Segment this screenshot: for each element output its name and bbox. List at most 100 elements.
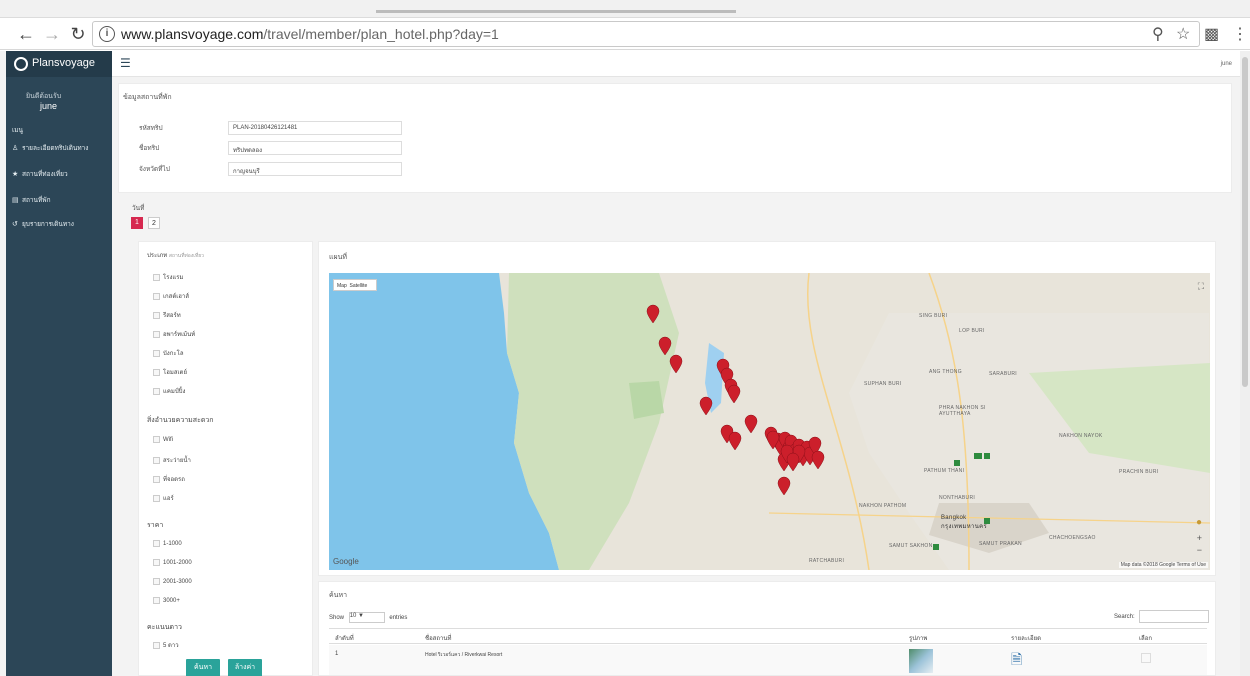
section-title: ข้อมูลสถานที่พัก — [123, 94, 172, 101]
place-label: CHACHOENGSAO — [1049, 535, 1096, 541]
checkbox[interactable] — [153, 368, 160, 376]
scrollbar-thumb[interactable] — [1242, 57, 1248, 387]
facility-option[interactable]: แอร์ — [153, 493, 174, 503]
type-option[interactable]: โรงแรม — [153, 272, 183, 282]
column-header[interactable]: ลำดับที่ — [335, 633, 354, 643]
google-map[interactable]: Map Satellite SING BURI LOP BURI SUPHAN … — [329, 273, 1210, 570]
forward-arrow-icon[interactable]: → — [40, 22, 64, 46]
reset-button[interactable]: ล้างค่า — [228, 659, 262, 676]
fullscreen-icon[interactable]: ⛶ — [1198, 281, 1204, 292]
checkbox[interactable] — [153, 475, 160, 483]
checkbox[interactable] — [153, 559, 160, 566]
checkbox[interactable] — [153, 597, 160, 604]
map-attribution[interactable]: Map data ©2018 Google Terms of Use — [1118, 562, 1208, 568]
trip-id-field[interactable]: PLAN-20180426121481 — [228, 121, 402, 135]
bed-icon: ▤ — [12, 197, 19, 204]
table-row: 1 Hotel ริเวอร์แคว / Riverkwai Resort 🗎 — [329, 645, 1207, 675]
green-map-marker-icon[interactable] — [976, 453, 982, 459]
search-button[interactable]: ค้นหา — [186, 659, 220, 676]
green-map-marker-icon[interactable] — [954, 460, 960, 466]
price-option[interactable]: 2001-3000 — [153, 578, 192, 585]
map-type-satellite[interactable]: Satellite — [350, 283, 368, 289]
site-info-icon[interactable]: i — [99, 26, 115, 42]
hamburger-menu-icon[interactable]: ☰ — [120, 56, 131, 70]
checkbox[interactable] — [153, 330, 160, 338]
checkbox[interactable] — [153, 387, 160, 395]
sidebar-item-trip-details[interactable]: ♙ รายละเอียดทริปเดินทาง — [12, 143, 88, 153]
menu-dots-icon[interactable]: ⋮ — [1232, 24, 1248, 44]
page-size-select[interactable]: 10 ▼ — [348, 612, 385, 623]
place-label: RATCHABURI — [809, 558, 845, 564]
page-scrollbar[interactable] — [1240, 51, 1250, 676]
type-title: ประเภท — [147, 253, 168, 259]
checkbox[interactable] — [153, 349, 160, 357]
zoom-in-icon[interactable]: + — [1197, 533, 1202, 543]
checkbox[interactable] — [153, 494, 160, 502]
brand-bar[interactable]: Plansvoyage — [6, 51, 112, 77]
type-option[interactable]: แคมป์ปิ้ง — [153, 386, 185, 396]
select-checkbox[interactable] — [1141, 653, 1151, 663]
price-option[interactable]: 3000+ — [153, 597, 180, 604]
checkbox[interactable] — [153, 641, 160, 649]
facility-option[interactable]: ที่จอดรถ — [153, 474, 185, 484]
day-button-1[interactable]: 1 — [131, 217, 143, 229]
hotel-thumbnail[interactable] — [909, 649, 933, 673]
price-option[interactable]: 1-1000 — [153, 540, 182, 547]
green-map-marker-icon[interactable] — [984, 453, 990, 459]
top-user-menu[interactable]: june — [1221, 61, 1232, 67]
type-option[interactable]: เกสต์เฮาส์ — [153, 291, 189, 301]
rating-option[interactable]: 5 ดาว — [153, 640, 179, 650]
type-option[interactable]: อพาร์ทเม้นท์ — [153, 329, 195, 339]
sidebar-item-attractions[interactable]: ★ สถานที่ท่องเที่ยว — [12, 169, 68, 179]
checkbox[interactable] — [153, 540, 160, 547]
tab-strip — [0, 0, 1250, 18]
star-bookmark-icon[interactable]: ☆ — [1176, 24, 1190, 44]
reload-icon[interactable]: ↻ — [66, 22, 90, 46]
price-option-label: 1-1000 — [163, 541, 182, 548]
checkbox[interactable] — [153, 436, 160, 443]
column-header[interactable]: ชื่อสถานที่ — [425, 633, 451, 643]
green-map-marker-icon[interactable] — [933, 544, 939, 550]
address-bar[interactable]: i www.plansvoyage.com/travel/member/plan… — [92, 21, 1200, 47]
checkbox[interactable] — [153, 292, 160, 300]
price-option-label: 3000+ — [163, 598, 180, 605]
day-button-2[interactable]: 2 — [148, 217, 160, 229]
extension-icon[interactable]: ▩ — [1204, 24, 1219, 44]
sidebar-username: june — [40, 101, 58, 111]
price-option-label: 1001-2000 — [163, 560, 192, 567]
province-field[interactable]: กาญจนบุรี — [228, 162, 402, 176]
column-header[interactable]: รายละเอียด — [1011, 633, 1041, 643]
url-text: www.plansvoyage.com/travel/member/plan_h… — [121, 26, 499, 42]
sidebar-item-label: สถานที่พัก — [22, 197, 51, 204]
table-search-input[interactable] — [1139, 610, 1209, 623]
google-logo: Google — [333, 557, 359, 566]
trip-name-field[interactable]: ทริปทดลอง — [228, 141, 402, 155]
facility-option[interactable]: Wifi — [153, 436, 173, 443]
map-type-toggle[interactable]: Map Satellite — [333, 279, 377, 291]
sidebar-item-history[interactable]: ↺ ยุบรายการเดินทาง — [12, 219, 74, 229]
checkbox[interactable] — [153, 456, 160, 464]
column-header[interactable]: เลือก — [1139, 633, 1152, 643]
checkbox[interactable] — [153, 311, 160, 319]
pegman-icon[interactable]: ● — [1196, 517, 1202, 528]
url-path: /travel/member/plan_hotel.php?day=1 — [263, 26, 499, 42]
type-option[interactable]: โฮมสเตย์ — [153, 367, 187, 377]
checkbox[interactable] — [153, 273, 160, 281]
detail-icon[interactable]: 🗎 — [1011, 649, 1022, 673]
map-type-map[interactable]: Map — [337, 283, 347, 289]
type-option-label: โรงแรม — [163, 275, 184, 281]
type-option[interactable]: รีสอร์ท — [153, 310, 181, 320]
sidebar-item-hotels[interactable]: ▤ สถานที่พัก — [12, 195, 51, 205]
facility-option[interactable]: สระว่ายน้ำ — [153, 455, 191, 465]
active-tab-indicator — [376, 10, 736, 13]
checkbox[interactable] — [153, 578, 160, 585]
zoom-out-icon[interactable]: − — [1197, 545, 1202, 555]
logo-icon — [14, 57, 28, 71]
price-option[interactable]: 1001-2000 — [153, 559, 192, 566]
type-option[interactable]: บังกะโล — [153, 348, 184, 358]
back-arrow-icon[interactable]: ← — [14, 22, 38, 46]
history-icon: ↺ — [12, 221, 18, 228]
column-header[interactable]: รูปภาพ — [909, 633, 927, 643]
place-label: NAKHON PATHOM — [859, 503, 907, 509]
zoom-icon[interactable]: ⚲ — [1152, 24, 1164, 44]
